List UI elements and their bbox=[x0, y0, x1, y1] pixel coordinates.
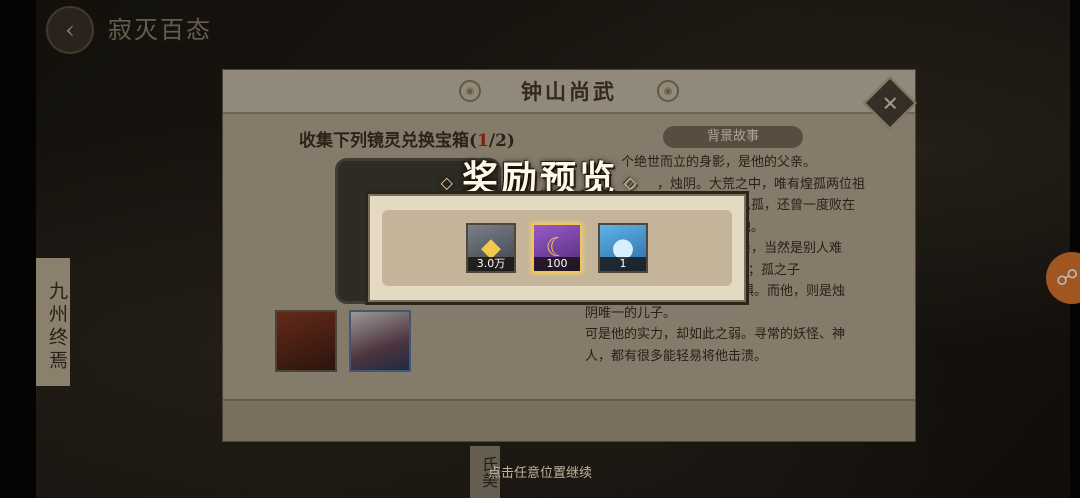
continue-hint[interactable]: 点击任意位置继续 bbox=[0, 462, 1080, 481]
title-left-diamond-icon: ◇ bbox=[440, 172, 456, 192]
title-right-diamond-icon: ◇ bbox=[624, 172, 640, 192]
item-count: 1 bbox=[600, 257, 646, 271]
reward-items: ◆ 3.0万 ☾ 100 ● 1 bbox=[382, 210, 732, 286]
gold-token-item[interactable]: ☾ 100 bbox=[532, 223, 582, 273]
gold-ingot-item[interactable]: ◆ 3.0万 bbox=[466, 223, 516, 273]
item-count: 100 bbox=[534, 257, 580, 271]
item-count: 3.0万 bbox=[468, 257, 514, 271]
blue-spirit-item[interactable]: ● 1 bbox=[598, 223, 648, 273]
reward-preview-box: ◆ 3.0万 ☾ 100 ● 1 bbox=[368, 194, 746, 302]
